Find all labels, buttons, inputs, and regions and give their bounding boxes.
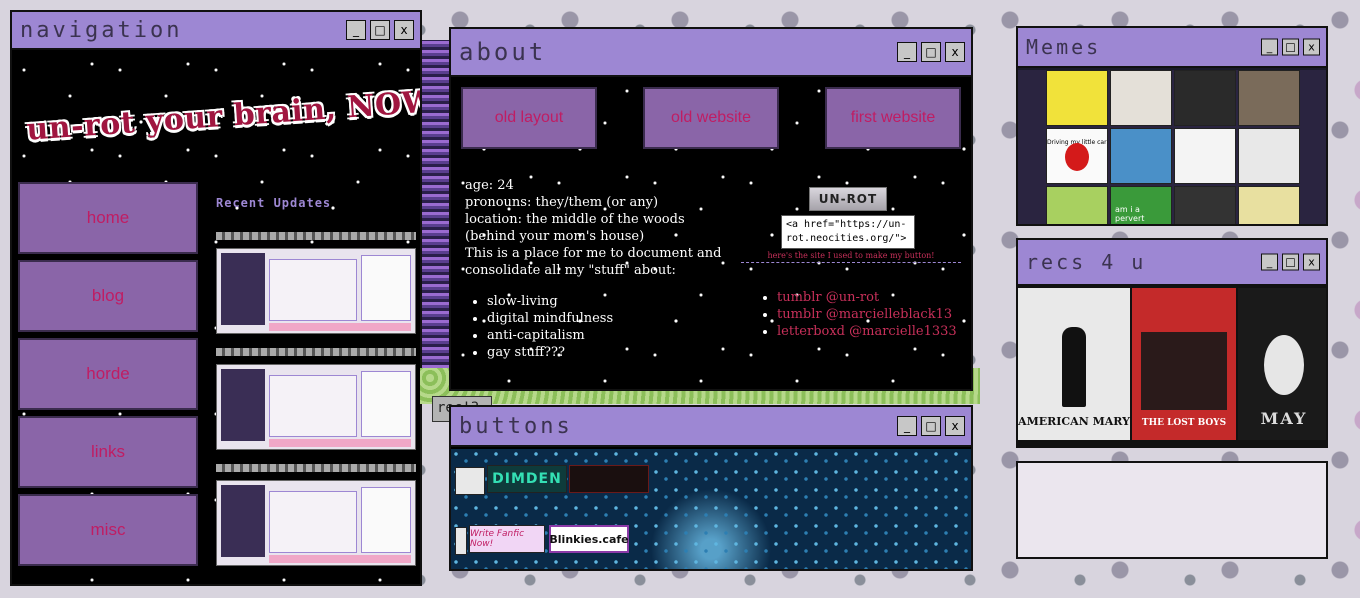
meme-image[interactable] xyxy=(1238,128,1300,184)
close-button[interactable]: x xyxy=(945,416,965,436)
tumblr-link[interactable]: tumblr @un-rot xyxy=(777,290,879,305)
buttons-body: DIMDEN Write Fanfic Now! Blinkies.cafe xyxy=(451,449,971,569)
poster-title: THE LOST BOYS xyxy=(1141,418,1227,428)
nav-blog-button[interactable]: blog xyxy=(18,260,198,332)
list-item: slow-living xyxy=(487,293,613,310)
close-button[interactable]: x xyxy=(1303,253,1320,271)
meme-image[interactable] xyxy=(1110,70,1172,126)
blinkies-cafe-button[interactable]: Blinkies.cafe xyxy=(549,525,629,553)
social-links-list: tumblr @un-rot tumblr @marcielleblack13 … xyxy=(777,289,957,340)
meme-image[interactable] xyxy=(1174,70,1236,126)
embed-code-box[interactable]: <a href="https://un-rot.neocities.org/"> xyxy=(781,215,915,249)
meme-image[interactable] xyxy=(1046,70,1108,126)
button-maker-caption: here's the site I used to make my button… xyxy=(741,251,961,263)
close-button[interactable]: x xyxy=(394,20,414,40)
old-website-button[interactable]: old website xyxy=(643,87,779,149)
minimize-button[interactable]: _ xyxy=(1261,38,1278,56)
divider xyxy=(216,232,416,240)
topics-list: slow-living digital mindfulness anti-cap… xyxy=(487,293,613,361)
list-item: tumblr @marcielleblack13 xyxy=(777,306,957,323)
update-thumbnail[interactable] xyxy=(216,480,416,566)
movie-poster-lost-boys[interactable]: THE LOST BOYS xyxy=(1132,288,1238,440)
nav-misc-button[interactable]: misc xyxy=(18,494,198,566)
list-item: anti-capitalism xyxy=(487,327,613,344)
navigation-body: un-rot your brain, NOW! home blog horde … xyxy=(12,52,420,584)
minimize-button[interactable]: _ xyxy=(897,42,917,62)
list-item: gay stuff??? xyxy=(487,344,613,361)
write-fanfic-button[interactable]: Write Fanfic Now! xyxy=(469,525,545,553)
recs-window: recs 4 u _ □ x AMERICAN MARY THE LOST BO… xyxy=(1016,238,1328,448)
letterboxd-link[interactable]: letterboxd @marcielle1333 xyxy=(777,324,957,339)
buttons-title: buttons xyxy=(459,413,573,439)
minimize-button[interactable]: _ xyxy=(897,416,917,436)
recent-updates-heading: Recent Updates xyxy=(216,196,332,210)
site-banner: un-rot your brain, NOW! xyxy=(25,83,422,148)
background-glitch-strip xyxy=(422,40,450,380)
navigation-titlebar[interactable]: navigation _ □ x xyxy=(12,12,420,50)
age-text: age: 24 xyxy=(465,178,514,193)
meme-image[interactable]: am i a pervert xyxy=(1110,186,1172,224)
navigation-window: navigation _ □ x un-rot your brain, NOW!… xyxy=(10,10,422,586)
tumblr-link-2[interactable]: tumblr @marcielleblack13 xyxy=(777,307,952,322)
location-text: location: the middle of the woods (behin… xyxy=(465,212,685,244)
unrot-88x31-button[interactable]: UN-ROT xyxy=(809,187,887,211)
first-website-button[interactable]: first website xyxy=(825,87,961,149)
movie-poster-american-mary[interactable]: AMERICAN MARY xyxy=(1018,288,1132,440)
maximize-button[interactable]: □ xyxy=(1282,38,1299,56)
about-window: about _ □ x old layout old website first… xyxy=(449,27,973,391)
about-titlebar[interactable]: about _ □ x xyxy=(451,29,971,77)
dark-88x31-button[interactable] xyxy=(569,465,649,493)
maximize-button[interactable]: □ xyxy=(370,20,390,40)
maximize-button[interactable]: □ xyxy=(921,416,941,436)
update-thumbnail[interactable] xyxy=(216,364,416,450)
meme-image[interactable] xyxy=(1174,128,1236,184)
close-button[interactable]: x xyxy=(1303,38,1320,56)
meme-caption: am i a pervert xyxy=(1115,205,1145,223)
list-item: tumblr @un-rot xyxy=(777,289,957,306)
recs-posters: AMERICAN MARY THE LOST BOYS MAY xyxy=(1018,288,1326,440)
divider xyxy=(216,348,416,356)
poster-title: AMERICAN MARY xyxy=(1018,415,1130,428)
maximize-button[interactable]: □ xyxy=(1282,253,1299,271)
intro-text: This is a place for me to document and c… xyxy=(465,246,722,278)
memes-window: Memes _ □ x Driving my little car am i a… xyxy=(1016,26,1328,226)
maximize-button[interactable]: □ xyxy=(921,42,941,62)
nav-links-button[interactable]: links xyxy=(18,416,198,488)
buttons-titlebar[interactable]: buttons _ □ x xyxy=(451,407,971,447)
minimize-button[interactable]: _ xyxy=(1261,253,1278,271)
minimize-button[interactable]: _ xyxy=(346,20,366,40)
memes-title: Memes xyxy=(1026,35,1102,59)
poster-title: MAY xyxy=(1260,409,1308,428)
memes-grid: Driving my little car am i a pervert xyxy=(1018,70,1326,224)
close-button[interactable]: x xyxy=(945,42,965,62)
about-title: about xyxy=(459,38,547,66)
movie-poster-may[interactable]: MAY xyxy=(1238,288,1326,440)
nav-home-button[interactable]: home xyxy=(18,182,198,254)
meme-image[interactable]: Driving my little car xyxy=(1046,128,1108,184)
about-body: old layout old website first website age… xyxy=(451,79,971,389)
update-thumbnail[interactable] xyxy=(216,248,416,334)
dimden-button[interactable]: DIMDEN xyxy=(487,465,567,493)
pronouns-text: pronouns: they/them (or any) xyxy=(465,195,659,210)
recs-title: recs 4 u xyxy=(1026,250,1147,274)
list-item: letterboxd @marcielle1333 xyxy=(777,323,957,340)
meme-image[interactable] xyxy=(1238,70,1300,126)
about-description: age: 24 pronouns: they/them (or any) loc… xyxy=(465,177,735,279)
nav-horde-button[interactable]: horde xyxy=(18,338,198,410)
meme-image[interactable] xyxy=(1174,186,1236,224)
meme-image[interactable] xyxy=(1238,186,1300,224)
navigation-title: navigation xyxy=(20,17,183,43)
blank-88x31-button[interactable] xyxy=(455,527,467,555)
memes-titlebar[interactable]: Memes _ □ x xyxy=(1018,28,1326,68)
empty-window xyxy=(1016,461,1328,559)
blank-88x31-button[interactable] xyxy=(455,467,485,495)
meme-image[interactable] xyxy=(1110,128,1172,184)
old-layout-button[interactable]: old layout xyxy=(461,87,597,149)
meme-image[interactable] xyxy=(1046,186,1108,224)
divider xyxy=(216,464,416,472)
buttons-window: buttons _ □ x DIMDEN Write Fanfic Now! B… xyxy=(449,405,973,571)
recs-titlebar[interactable]: recs 4 u _ □ x xyxy=(1018,240,1326,286)
list-item: digital mindfulness xyxy=(487,310,613,327)
